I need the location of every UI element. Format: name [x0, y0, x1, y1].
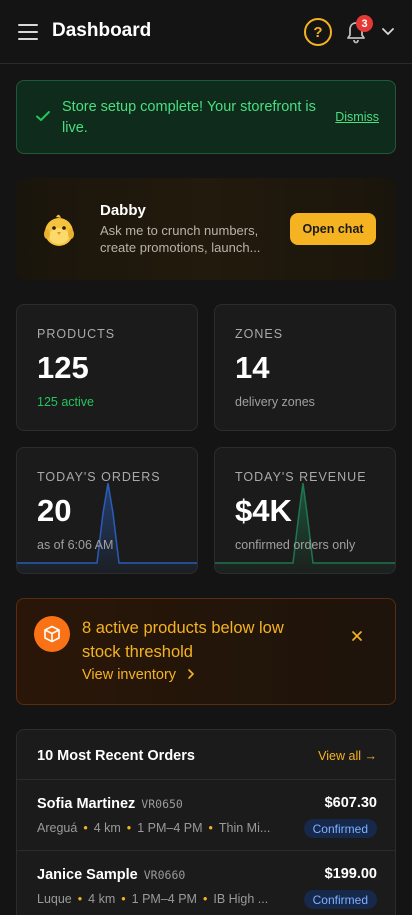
customer-name: Sofia Martinez — [37, 796, 136, 812]
status-badge: Confirmed — [303, 819, 377, 838]
low-stock-alert: 8 active products below low stock thresh… — [16, 598, 396, 705]
stat-subtext: delivery zones — [235, 395, 315, 409]
stat-card-products[interactable]: PRODUCTS 125 125 active — [16, 304, 198, 431]
stat-subtext: 125 active — [37, 395, 94, 409]
stat-card-todays-orders[interactable]: TODAY'S ORDERS 20 as of 6:06 AM — [16, 447, 198, 574]
menu-icon[interactable] — [18, 24, 38, 40]
stat-label: TODAY'S ORDERS — [37, 470, 161, 484]
order-amount: $199.00 — [324, 866, 377, 882]
box-icon — [34, 616, 70, 652]
stat-value: 14 — [235, 350, 270, 385]
order-item: Thin Mi... — [218, 821, 271, 835]
order-amount: $607.30 — [324, 795, 377, 811]
order-location: Areguá — [37, 821, 78, 835]
chick-avatar-icon — [44, 214, 74, 246]
notification-badge: 3 — [356, 15, 373, 32]
dismiss-button[interactable]: Dismiss — [335, 110, 379, 124]
stat-subtext: confirmed orders only — [235, 538, 356, 552]
order-distance: 4 km — [88, 892, 116, 906]
top-app-bar: Dashboard ? 3 — [0, 0, 412, 64]
success-banner: Store setup complete! Your storefront is… — [16, 80, 396, 154]
recent-orders-title: 10 Most Recent Orders — [37, 748, 195, 764]
stat-card-zones[interactable]: ZONES 14 delivery zones — [214, 304, 396, 431]
order-customer: Sofia Martinez VR0650 — [37, 796, 183, 812]
order-item: IB High ... — [213, 892, 269, 906]
help-icon[interactable]: ? — [304, 18, 332, 46]
order-window: 1 PM–4 PM — [131, 892, 197, 906]
order-code: VR0660 — [143, 868, 186, 882]
order-row[interactable]: Janice Sample VR0660 Luque • 4 km • 1 PM–4 PM… — [17, 851, 395, 915]
stat-value: $4K — [235, 493, 292, 528]
view-inventory-link[interactable]: View inventory — [82, 667, 196, 683]
order-meta: Luque • 4 km • 1 PM–4 PM • IB High ... — [37, 892, 269, 906]
recent-orders-card: 10 Most Recent Orders View all → Sofia M… — [16, 729, 396, 915]
stat-card-todays-revenue[interactable]: TODAY'S REVENUE $4K confirmed orders onl… — [214, 447, 396, 574]
stat-label: TODAY'S REVENUE — [235, 470, 367, 484]
order-customer: Janice Sample VR0660 — [37, 867, 185, 883]
status-badge: Confirmed — [303, 890, 377, 909]
view-inventory-label: View inventory — [82, 667, 177, 683]
order-meta: Areguá • 4 km • 1 PM–4 PM • Thin Mi... — [37, 821, 271, 835]
customer-name: Janice Sample — [37, 867, 138, 883]
assistant-card: Dabby Ask me to crunch numbers, create p… — [16, 178, 396, 280]
close-icon[interactable] — [350, 629, 364, 643]
recent-orders-header: 10 Most Recent Orders View all → — [17, 730, 395, 780]
order-row[interactable]: Sofia Martinez VR0650 Areguá • 4 km • 1 PM–4 … — [17, 780, 395, 851]
page-title: Dashboard — [52, 20, 152, 41]
banner-message: Store setup complete! Your storefront is… — [62, 99, 316, 136]
assistant-name: Dabby — [100, 202, 146, 219]
assistant-description: Ask me to crunch numbers, create promoti… — [100, 223, 261, 255]
stat-label: ZONES — [235, 327, 284, 341]
chevron-right-icon — [188, 669, 194, 679]
check-icon — [36, 111, 50, 121]
open-chat-button[interactable]: Open chat — [290, 213, 376, 245]
view-all-link[interactable]: View all → — [318, 749, 377, 763]
chevron-down-icon[interactable] — [380, 25, 396, 39]
stat-value: 125 — [37, 350, 89, 385]
stat-value: 20 — [37, 493, 72, 528]
order-location: Luque — [37, 892, 72, 906]
alert-title: 8 active products below low stock thresh… — [82, 619, 284, 661]
order-window: 1 PM–4 PM — [137, 821, 203, 835]
stat-label: PRODUCTS — [37, 327, 116, 341]
order-distance: 4 km — [93, 821, 121, 835]
order-code: VR0650 — [141, 797, 183, 811]
stat-subtext: as of 6:06 AM — [37, 538, 114, 552]
